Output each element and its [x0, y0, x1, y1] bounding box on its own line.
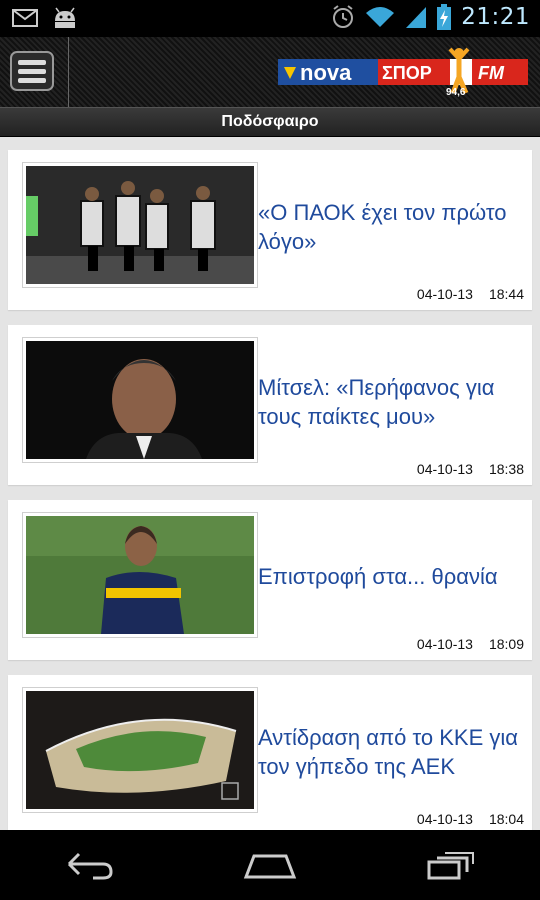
article-title[interactable]: Μίτσελ: «Περήφανος για τους παίκτες μου»	[258, 373, 528, 431]
wifi-icon	[366, 7, 395, 27]
battery-charging-icon	[437, 4, 452, 30]
signal-icon	[406, 7, 427, 28]
article-meta: 04-10-13 18:38	[417, 461, 524, 477]
section-title-bar: Ποδόσφαιρο	[0, 107, 540, 137]
app-header: nova ΣΠΟΡ FM 94,6	[0, 37, 540, 107]
logo-fm-text: FM	[478, 63, 505, 83]
article-title[interactable]: Επιστροφή στα... θρανία	[258, 562, 528, 591]
article-meta: 04-10-13 18:04	[417, 811, 524, 827]
back-button[interactable]	[55, 840, 125, 890]
article-card[interactable]: Αντίδραση από το ΚΚΕ για τον γήπεδο της …	[8, 675, 532, 835]
article-title[interactable]: Αντίδραση από το ΚΚΕ για τον γήπεδο της …	[258, 723, 528, 781]
android-icon	[55, 7, 75, 28]
article-date: 04-10-13	[416, 461, 473, 477]
article-time: 18:44	[488, 286, 524, 302]
recent-apps-button[interactable]	[415, 840, 485, 890]
alarm-icon	[333, 5, 354, 28]
recent-apps-icon	[427, 852, 474, 880]
logo-frequency-text: 94,6	[446, 87, 466, 97]
menu-icon-bar	[18, 77, 46, 83]
status-clock: 21:21	[461, 4, 530, 30]
article-card[interactable]: Μίτσελ: «Περήφανος για τους παίκτες μου»…	[8, 325, 532, 485]
article-card[interactable]: Επιστροφή στα... θρανία 04-10-13 18:09	[8, 500, 532, 660]
menu-button[interactable]	[10, 51, 54, 91]
menu-icon-bar	[18, 68, 46, 74]
section-title: Ποδόσφαιρο	[221, 113, 319, 130]
menu-icon-bar	[18, 59, 46, 65]
status-bar: 21:21	[0, 0, 540, 37]
back-icon	[67, 852, 113, 880]
article-meta: 04-10-13 18:09	[417, 636, 524, 652]
article-date: 04-10-13	[416, 811, 473, 827]
article-time: 18:04	[488, 811, 524, 827]
article-time: 18:09	[488, 636, 524, 652]
gmail-icon	[12, 9, 38, 27]
home-button[interactable]	[235, 840, 305, 890]
header-divider	[68, 37, 69, 107]
article-thumbnail	[22, 687, 258, 813]
article-thumbnail	[22, 162, 258, 288]
system-navigation-bar	[0, 830, 540, 900]
logo-nova-text: nova	[300, 60, 352, 85]
article-thumbnail	[22, 512, 258, 638]
nova-sport-fm-logo: nova ΣΠΟΡ FM 94,6	[278, 47, 528, 97]
article-title[interactable]: «Ο ΠΑΟΚ έχει τον πρώτο λόγο»	[258, 198, 528, 256]
article-date: 04-10-13	[416, 636, 473, 652]
article-meta: 04-10-13 18:44	[417, 286, 524, 302]
home-icon	[243, 854, 297, 879]
article-thumbnail	[22, 337, 258, 463]
logo-sport-text: ΣΠΟΡ	[382, 63, 432, 83]
article-time: 18:38	[488, 461, 524, 477]
article-date: 04-10-13	[416, 286, 473, 302]
article-card[interactable]: «Ο ΠΑΟΚ έχει τον πρώτο λόγο» 04-10-13 18…	[8, 150, 532, 310]
